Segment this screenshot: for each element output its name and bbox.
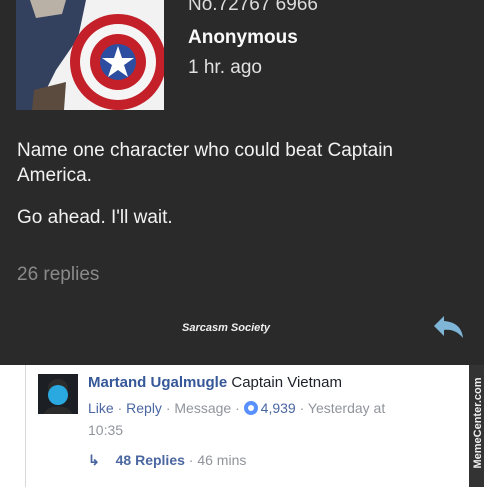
memecenter-label: MemeCenter.com [472,377,484,469]
post-question: Name one character who could beat Captai… [17,140,394,186]
replies-age: 46 mins [197,452,247,468]
separator-dot: · [299,400,308,416]
separator-dot: · [235,400,244,416]
panel-divider [25,365,26,487]
reply-link[interactable]: Reply [126,400,162,416]
post-challenge: Go ahead. I'll wait. [17,207,173,228]
comment-text: Captain Vietnam [231,374,342,391]
comment-replies-row: ↳ 48 Replies · 46 mins [88,452,246,469]
avatar[interactable] [38,374,78,414]
memecenter-watermark: MemeCenter.com [469,365,484,487]
sarcasm-society-watermark: Sarcasm Society [182,322,271,334]
reaction-count[interactable]: 4,939 [261,400,296,416]
view-replies-link[interactable]: 48 Replies [116,452,185,468]
reply-share-arrow-icon[interactable] [432,314,466,340]
captain-america-image [16,0,164,110]
post-card: No.72767 6966 Anonymous 1 hr. ago Name o… [0,0,484,365]
comment-timestamp-end: 10:35 [88,422,124,438]
comment-timestamp-start: Yesterday at [307,400,386,416]
comment-actions: Like · Reply · Message · 4,939 · Yesterd… [88,400,385,416]
replies-count[interactable]: 26 replies [17,264,99,286]
post-body: Name one character who could beat Captai… [17,138,457,247]
separator-dot: · [117,400,127,416]
post-timestamp: 1 hr. ago [188,57,262,78]
captain-america-thumbnail[interactable] [16,0,164,110]
post-author[interactable]: Anonymous [188,27,298,49]
post-number: No.72767 6966 [188,0,318,15]
commenter-name[interactable]: Martand Ugalmugle [88,374,227,391]
like-reaction-icon[interactable] [243,401,258,415]
like-link[interactable]: Like [88,400,114,416]
message-link[interactable]: Message [174,400,231,416]
comment-header: Martand Ugalmugle Captain Vietnam [88,374,342,391]
reply-arrow-icon: ↳ [88,452,100,468]
